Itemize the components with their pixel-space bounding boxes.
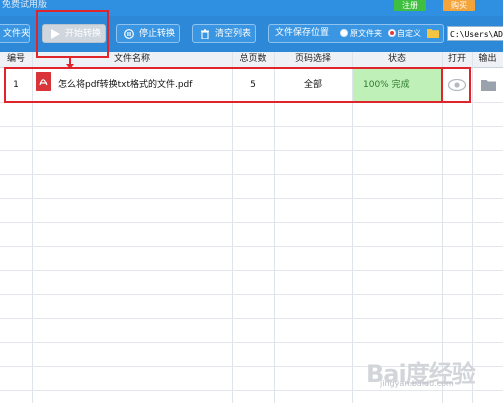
grid-rule [0,150,503,151]
save-path-input[interactable]: C:\Users\ADMI [447,26,503,41]
col-header-page-selection: 页码选择 [294,54,331,64]
annotation-open-highlight [441,67,471,103]
grid-rule [0,294,503,295]
baidu-watermark: Bai度经验 jingyan.baidu.com [358,344,498,396]
save-location-group: 文件保存位置 原文件夹 自定义 [268,24,444,43]
folder-icon[interactable] [481,79,496,91]
radio-source-folder[interactable] [340,29,348,37]
radio-source-folder-label[interactable]: 原文件夹 [350,25,382,42]
grid-divider [32,52,33,403]
annotation-start-highlight [36,10,109,58]
annotation-row-highlight [4,67,443,103]
window-title: 免费试用版 [2,0,48,10]
radio-custom-label[interactable]: 自定义 [397,25,421,42]
grid-rule [0,270,503,271]
grid-divider [274,52,275,403]
trash-icon [201,29,209,39]
buy-button[interactable]: 购买 [443,0,475,11]
stop-convert-button[interactable]: 停止转换 [116,24,180,43]
register-button[interactable]: 注册 [394,0,426,11]
grid-divider [232,52,233,403]
stop-convert-label: 停止转换 [139,29,176,39]
grid-divider [352,52,353,403]
add-folder-button[interactable]: 文件夹 [0,24,30,43]
col-header-pages: 总页数 [239,54,267,64]
pause-icon [124,29,134,39]
col-header-status: 状态 [387,54,406,64]
grid-rule [0,174,503,175]
radio-custom[interactable] [388,29,396,37]
col-header-output: 输出 [478,54,497,64]
grid-rule [0,342,503,343]
add-folder-label: 文件夹 [3,29,31,39]
clear-list-label: 清空列表 [215,29,252,39]
grid-rule [0,246,503,247]
grid-rule [0,222,503,223]
col-header-index: 编号 [6,54,25,64]
clear-list-button[interactable]: 清空列表 [192,24,256,43]
folder-browse-icon[interactable] [427,28,439,38]
grid-rule [0,198,503,199]
save-location-label: 文件保存位置 [275,28,330,38]
col-header-open: 打开 [447,54,466,64]
grid-rule [0,126,503,127]
radio-selected-dot [390,31,394,35]
watermark-subtext: jingyan.baidu.com [380,379,454,388]
grid-rule [0,318,503,319]
